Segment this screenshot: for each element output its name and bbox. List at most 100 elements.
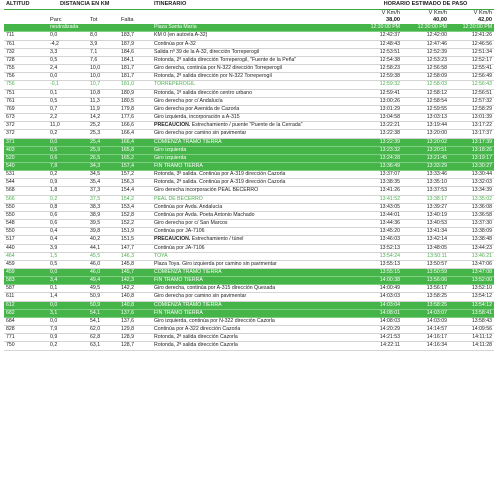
altitude-cell: 459 xyxy=(4,268,48,278)
table-row: 568 1,8 37,3 154,4 Giro derecha incorporació… xyxy=(4,186,495,196)
falta-cell: 128,9 xyxy=(119,333,152,343)
itinerary-cell: Plaza Santa María xyxy=(152,24,357,33)
time-cell-3: 12:52:17 xyxy=(449,56,495,66)
altitude-cell: 540 xyxy=(4,162,48,172)
table-row: 761 0,5 11,3 180,5 Giro derecha por c/ Andal… xyxy=(4,97,495,106)
tot-cell: 10,0 xyxy=(88,64,119,74)
falta-cell: 145,8 xyxy=(119,260,152,270)
table-row: 673 2,2 14,2 177,6 Giro izquierda, incorpora… xyxy=(4,113,495,123)
tot-cell: 11,9 xyxy=(88,105,119,115)
parc-cell: 0,2 xyxy=(48,195,88,204)
falta-cell: 166,4 xyxy=(119,138,152,147)
time-cell-1: 13:54:24 xyxy=(357,252,402,261)
altitude-cell: 828 xyxy=(4,325,48,335)
itinerary-text: Giro izquierda, incorporación a A-315 xyxy=(154,114,240,121)
time-cell-2: 12:58:12 xyxy=(402,89,449,98)
altitude-cell: 771 xyxy=(4,333,48,343)
time-cell-1: 13:44:36 xyxy=(357,219,402,229)
itinerary-text: Giro derecha por camino sin pavimentar xyxy=(154,130,247,137)
tot-cell: 7,1 xyxy=(88,48,119,57)
time-cell-3: 13:58:43 xyxy=(449,317,495,327)
table-row: 612 0,0 50,9 140,8 COMIENZA TRAMO TIERRA 14:0… xyxy=(4,301,495,310)
falta-cell: 142,3 xyxy=(119,276,152,286)
parc-cell: 0,6 xyxy=(48,219,88,229)
altitude-cell: 587 xyxy=(4,284,48,294)
parc-cell: 1,5 xyxy=(48,252,88,261)
time-cell-2: 13:40:53 xyxy=(402,219,449,229)
table-row: 531 0,2 34,5 157,2 Rotonda, 3ª salida. Conti… xyxy=(4,170,495,180)
time-cell-3: 12:57:32 xyxy=(449,97,495,106)
time-cell-3: 13:17:39 xyxy=(449,138,495,147)
altitude-cell: 682 xyxy=(4,309,48,318)
itinerary-text: FIN TRAMO TIERRA xyxy=(154,309,203,316)
time-cell-3: 12:55:41 xyxy=(449,64,495,74)
time-cell-3: 13:54:12 xyxy=(449,292,495,302)
time-cell-1: 13:00:26 xyxy=(357,97,402,106)
time-cell-1: 13:38:35 xyxy=(357,178,402,188)
time-cell-3: 13:37:30 xyxy=(449,219,495,229)
tot-cell: 34,3 xyxy=(88,162,119,172)
time-cell-2: 13:58:25 xyxy=(402,292,449,302)
time-cell-3: 14:11:28 xyxy=(449,341,495,351)
itinerary-cell: COMIENZA TRAMO TIERRA xyxy=(152,138,357,147)
time-cell-3: 13:18:26 xyxy=(449,146,495,155)
itinerary-text: KM 0 (en autovía A-32) xyxy=(154,32,208,39)
table-row: 682 3,1 54,1 137,6 FIN TRAMO TIERRA 14:08:01 1… xyxy=(4,309,495,318)
time-cell-2: 13:21:45 xyxy=(402,154,449,163)
distance-header: DISTANCIA EN KM xyxy=(48,0,152,10)
altitude-cell: 464 xyxy=(4,252,48,261)
time-cell-3: 13:34:39 xyxy=(449,186,495,196)
parc-cell: 1,8 xyxy=(48,186,88,196)
falta-cell: 137,6 xyxy=(119,317,152,327)
tot-cell: 37,3 xyxy=(88,186,119,196)
time-cell-3: 13:17:37 xyxy=(449,129,495,139)
time-cell-1: 13:41:26 xyxy=(357,186,402,196)
time-cell-1: 12:30:00 PM xyxy=(357,24,402,33)
time-cell-1: 13:04:58 xyxy=(357,113,402,123)
falta-cell: 180,9 xyxy=(119,89,152,98)
time-cell-1: 13:46:03 xyxy=(357,235,402,245)
falta-cell: 152,2 xyxy=(119,219,152,229)
time-cell-2: 12:58:09 xyxy=(402,72,449,82)
itinerary-cell: Giro derecha por camino sin pavimentar xyxy=(152,129,357,139)
table-row: 544 0,9 35,4 156,3 Rotonda, 2ª salida. Conti… xyxy=(4,178,495,188)
itinerary-cell: FIN TRAMO TIERRA xyxy=(152,309,357,318)
parc-cell: 11,0 xyxy=(48,121,88,131)
table-row: 540 7,8 34,3 157,4 FIN TRAMO TIERRA 13:36:49 1… xyxy=(4,162,495,172)
itinerary-text: Estrechamiento / túnel xyxy=(190,236,244,243)
parc-cell: 0,4 xyxy=(48,235,88,245)
table-row: 684 0,0 54,1 137,6 Giro izquierda, continúa … xyxy=(4,317,495,327)
table-row: 728 0,5 7,6 184,1 Rotonda, 2ª salida direcci… xyxy=(4,56,495,66)
itinerary-text: COMIENZA TRAMO TIERRA xyxy=(154,138,222,145)
itinerary-cell: Rotonda, 3ª salida. Continúa por A-319 d… xyxy=(152,170,357,180)
parc-cell: 0,4 xyxy=(48,227,88,237)
time-cell-3: 14:09:56 xyxy=(449,325,495,335)
itinerary-text: Giro derecha por c/ San Marcos xyxy=(154,220,228,227)
table-row: 440 3,9 44,1 147,7 Continúa por JA-7106 13:52… xyxy=(4,244,495,253)
altitude-cell: 440 xyxy=(4,244,48,253)
time-cell-3: 13:38:09 xyxy=(449,227,495,237)
itinerary-text: Rotonda, 2ª salida dirección Torreperogi… xyxy=(154,56,297,63)
tot-cell: 39,5 xyxy=(88,219,119,229)
itinerary-text: Giro derecha, continúa por N-322 direcci… xyxy=(154,65,282,72)
parc-cell: neutralizada xyxy=(48,24,88,33)
tot-cell: 40,2 xyxy=(88,235,119,245)
itinerary-cell: TORREPEROGIL xyxy=(152,80,357,90)
parc-cell: 0,0 xyxy=(48,268,88,278)
time-cell-2: 13:33:46 xyxy=(402,170,449,180)
parc-cell: 7,8 xyxy=(48,162,88,172)
time-cell-3: 12:41:26 xyxy=(449,31,495,41)
time-cell-2: 14:03:07 xyxy=(402,309,449,318)
parc-cell: 0,2 xyxy=(48,129,88,139)
itinerary-text: Continúa por JA-7106 xyxy=(154,244,205,251)
table-row: 372 0,2 25,3 166,4 Giro derecha por camino s… xyxy=(4,129,495,139)
itinerary-cell: FIN TRAMO TIERRA xyxy=(152,162,357,172)
tot-cell: 25,3 xyxy=(88,129,119,139)
time-cell-1: 12:59:32 xyxy=(357,80,402,90)
itinerary-text: Continúa por A-32 xyxy=(154,40,196,47)
time-cell-3: 12:56:43 xyxy=(449,80,495,90)
table-row: 459 0,0 46,0 145,7 COMIENZA TRAMO TIERRA 13:5… xyxy=(4,268,495,278)
parc-cell: 0,5 xyxy=(48,56,88,66)
time-cell-2: 12:58:03 xyxy=(402,80,449,90)
itinerary-cell: Giro izquierda xyxy=(152,154,357,163)
